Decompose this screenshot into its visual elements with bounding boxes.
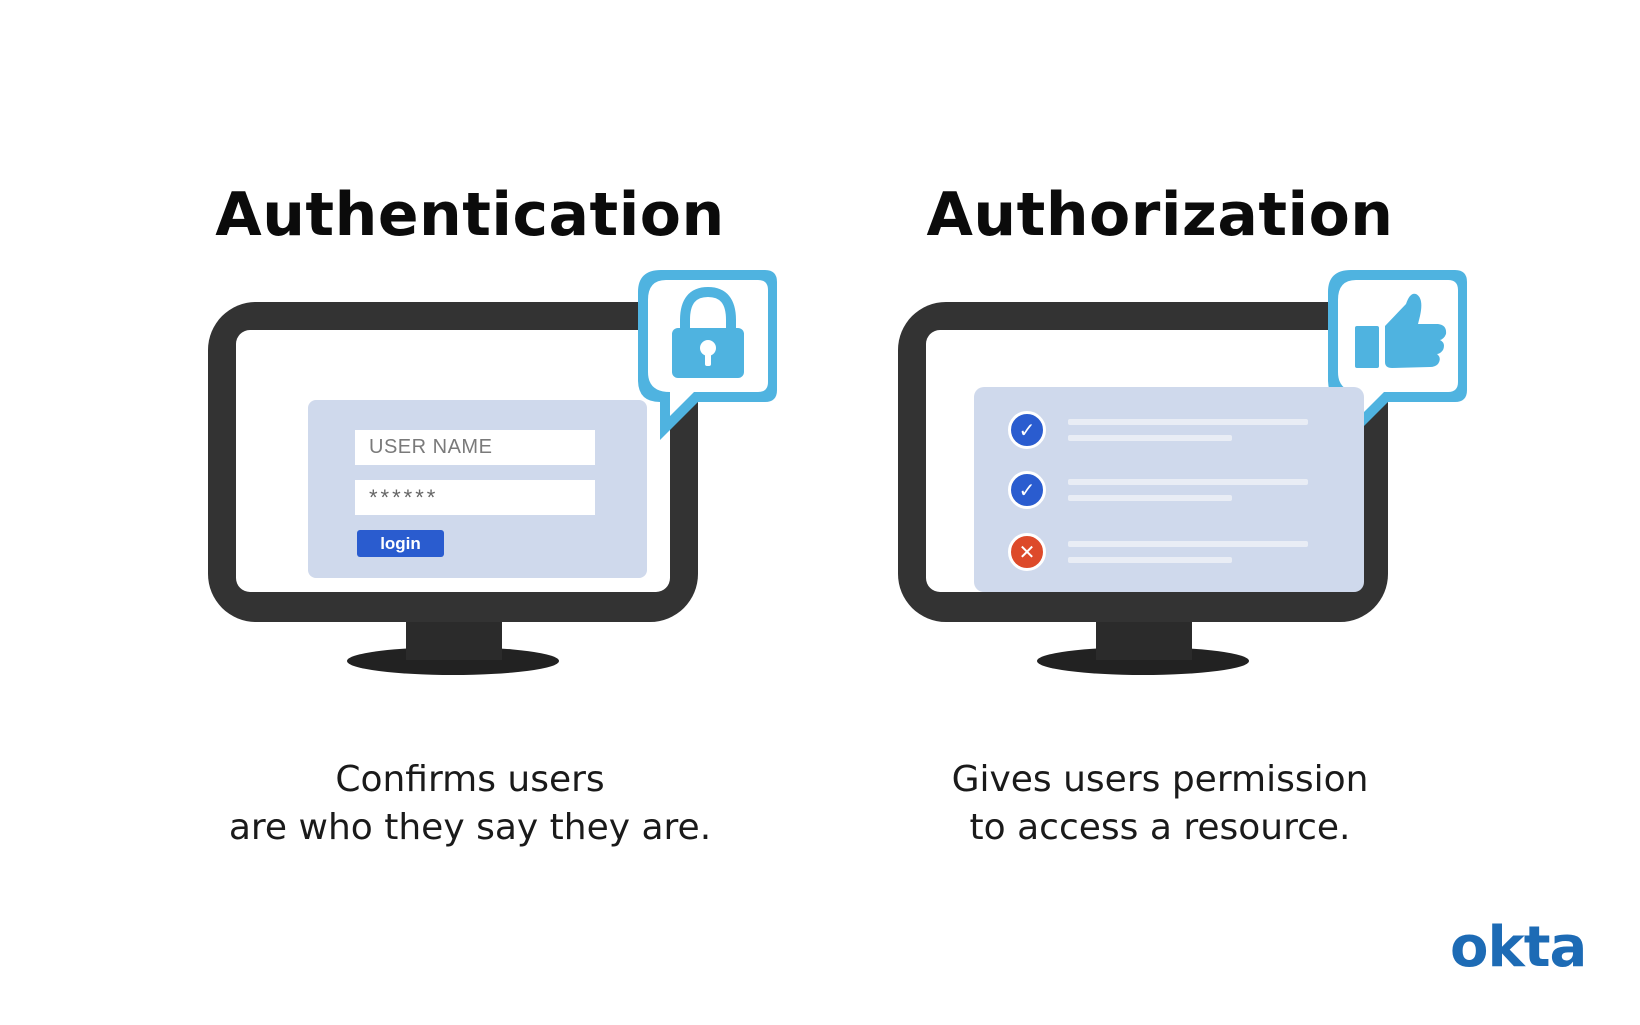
authorization-caption-line1: Gives users permission (951, 759, 1369, 800)
placeholder-line (1068, 557, 1232, 563)
authentication-caption-line1: Confirms users (335, 759, 605, 800)
authentication-caption-line2: are who they say they are. (228, 807, 712, 848)
monitor-neck (1096, 620, 1192, 660)
monitor-neck (406, 620, 502, 660)
permissions-list: ✓ ✓ ✕ (974, 387, 1364, 592)
authorization-title: Authorization (926, 180, 1394, 250)
okta-logo: okta (1450, 915, 1587, 980)
placeholder-line (1068, 541, 1308, 547)
placeholder-line (1068, 435, 1232, 441)
username-field[interactable]: USER NAME (355, 430, 595, 465)
authentication-title: Authentication (215, 180, 725, 250)
x-icon: ✕ (1008, 533, 1046, 571)
permission-row: ✓ (1008, 471, 1338, 511)
login-button[interactable]: login (357, 530, 444, 557)
check-icon: ✓ (1008, 411, 1046, 449)
placeholder-line (1068, 479, 1308, 485)
login-form: USER NAME ****** login (308, 400, 647, 578)
check-icon: ✓ (1008, 471, 1046, 509)
authentication-caption: Confirms users are who they say they are… (120, 756, 820, 852)
password-field[interactable]: ****** (355, 480, 595, 515)
placeholder-line (1068, 419, 1308, 425)
permission-row: ✕ (1008, 533, 1338, 573)
authorization-panel: Authorization ✓ ✓ ✕ Gives users permissi… (810, 0, 1510, 1025)
permission-row: ✓ (1008, 411, 1338, 451)
placeholder-line (1068, 495, 1232, 501)
authentication-panel: Authentication USER NAME ****** login Co… (120, 0, 820, 1025)
authorization-caption-line2: to access a resource. (969, 807, 1351, 848)
authorization-caption: Gives users permission to access a resou… (810, 756, 1510, 852)
